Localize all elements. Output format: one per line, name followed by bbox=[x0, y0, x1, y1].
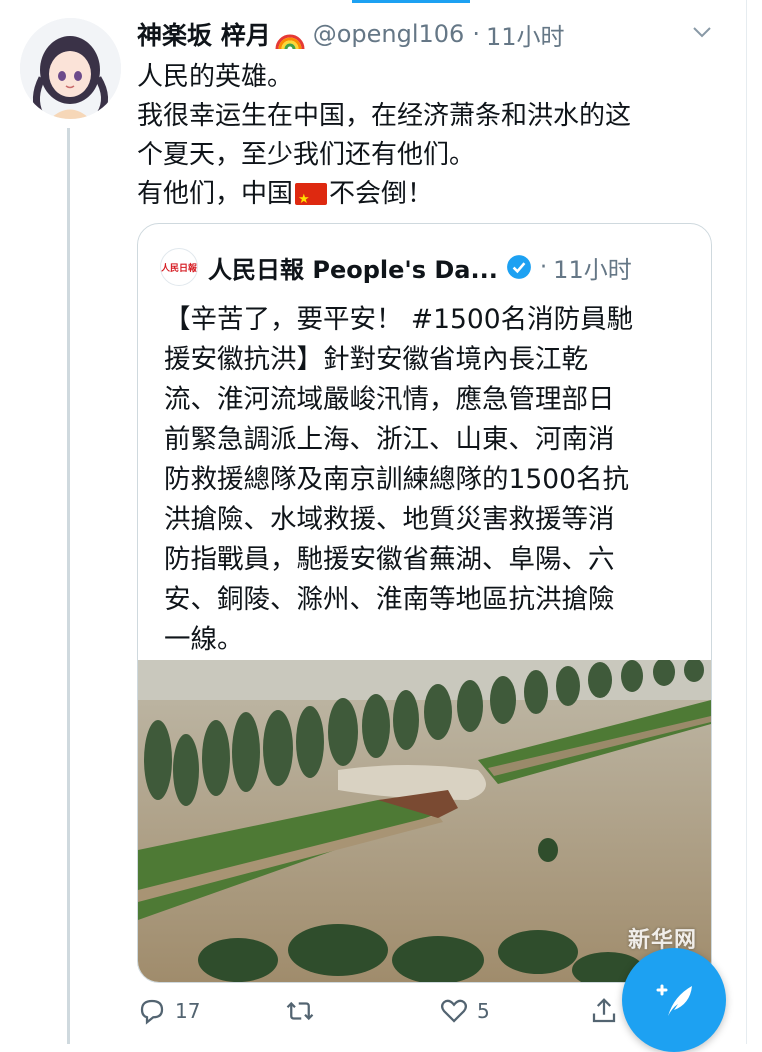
flood-aerial-photo[interactable]: 新华网 bbox=[138, 658, 711, 982]
quoted-avatar-logo: 人民日報 bbox=[161, 263, 198, 274]
tweet-line-part: 不会倒！ bbox=[329, 179, 434, 209]
like-count: 5 bbox=[477, 999, 490, 1023]
quoted-line: 流、淮河流域嚴峻汛情，應急管理部日 bbox=[164, 384, 615, 415]
quoted-line: 前緊急調派上海、浙江、山東、河南消 bbox=[164, 424, 615, 455]
tweet-header: 神楽坂 梓月 @opengl106 · 11小时 bbox=[137, 14, 742, 54]
quoted-line: 【辛苦了，要平安！ #1500名消防員馳 bbox=[164, 304, 634, 335]
quoted-tweet-text: 【辛苦了，要平安！ #1500名消防員馳 援安徽抗洪】針對安徽省境內長江乾 流、… bbox=[164, 300, 694, 660]
tweet-actions: 17 5 bbox=[137, 996, 637, 1036]
avatar[interactable] bbox=[20, 18, 121, 119]
quoted-line: 援安徽抗洪】針對安徽省境內長江乾 bbox=[164, 344, 588, 375]
reply-icon bbox=[140, 999, 164, 1025]
like-button[interactable]: 5 bbox=[439, 996, 490, 1026]
quoted-avatar[interactable]: 人民日報 bbox=[160, 248, 198, 286]
quoted-display-name[interactable]: 人民日報 People's Da... bbox=[208, 250, 498, 285]
quoted-separator-dot: · bbox=[539, 254, 548, 280]
quoted-line: 防指戰員，馳援安徽省蕪湖、阜陽、六 bbox=[164, 544, 615, 575]
share-button[interactable] bbox=[589, 996, 619, 1026]
avatar-illustration bbox=[20, 18, 121, 119]
retweet-button[interactable] bbox=[285, 996, 315, 1026]
tweet-line: 我很幸运生在中国，在经济萧条和洪水的这 bbox=[137, 101, 632, 131]
retweet-icon bbox=[286, 1001, 314, 1021]
quoted-line: 防救援總隊及南京訓練總隊的1500名抗 bbox=[164, 464, 629, 495]
display-name[interactable]: 神楽坂 梓月 bbox=[137, 16, 271, 52]
thread-line bbox=[67, 128, 70, 1044]
quoted-tweet-card[interactable]: 人民日報 人民日報 People's Da... · 11小时 【辛苦了，要平安… bbox=[137, 223, 712, 983]
reply-count: 17 bbox=[175, 999, 201, 1023]
quoted-line: 一線。 bbox=[164, 624, 244, 655]
verified-badge-icon bbox=[506, 255, 531, 279]
column-border bbox=[746, 0, 747, 1044]
handle[interactable]: @opengl106 bbox=[313, 20, 465, 48]
rainbow-emoji-icon bbox=[275, 23, 305, 53]
china-flag-icon bbox=[295, 180, 328, 219]
tweet-line: 个夏天，至少我们还有他们。 bbox=[137, 140, 476, 170]
quoted-tweet-header: 人民日報 人民日報 People's Da... · 11小时 bbox=[160, 248, 690, 286]
share-icon bbox=[592, 998, 616, 1023]
quoted-line: 安、銅陵、滁州、淮南等地區抗洪搶險 bbox=[164, 584, 615, 615]
tweet-text: 人民的英雄。 我很幸运生在中国，在经济萧条和洪水的这 个夏天，至少我们还有他们。… bbox=[137, 58, 727, 219]
timestamp[interactable]: 11小时 bbox=[486, 17, 565, 52]
compose-feather-icon bbox=[656, 984, 692, 1016]
chevron-down-icon[interactable] bbox=[690, 20, 714, 44]
flood-scene-illustration bbox=[138, 658, 711, 982]
separator-dot: · bbox=[472, 20, 480, 48]
active-tab-indicator bbox=[352, 0, 470, 3]
tweet-line: 人民的英雄。 bbox=[137, 62, 294, 92]
quoted-timestamp[interactable]: 11小时 bbox=[553, 250, 632, 285]
compose-tweet-button[interactable] bbox=[622, 948, 726, 1052]
heart-icon bbox=[441, 999, 467, 1023]
reply-button[interactable]: 17 bbox=[137, 996, 200, 1026]
quoted-line: 洪搶險、水域救援、地質災害救援等消 bbox=[164, 504, 615, 535]
tweet-line-part: 有他们，中国 bbox=[137, 179, 294, 209]
tweet-line: 有他们，中国 不会倒！ bbox=[137, 175, 727, 219]
